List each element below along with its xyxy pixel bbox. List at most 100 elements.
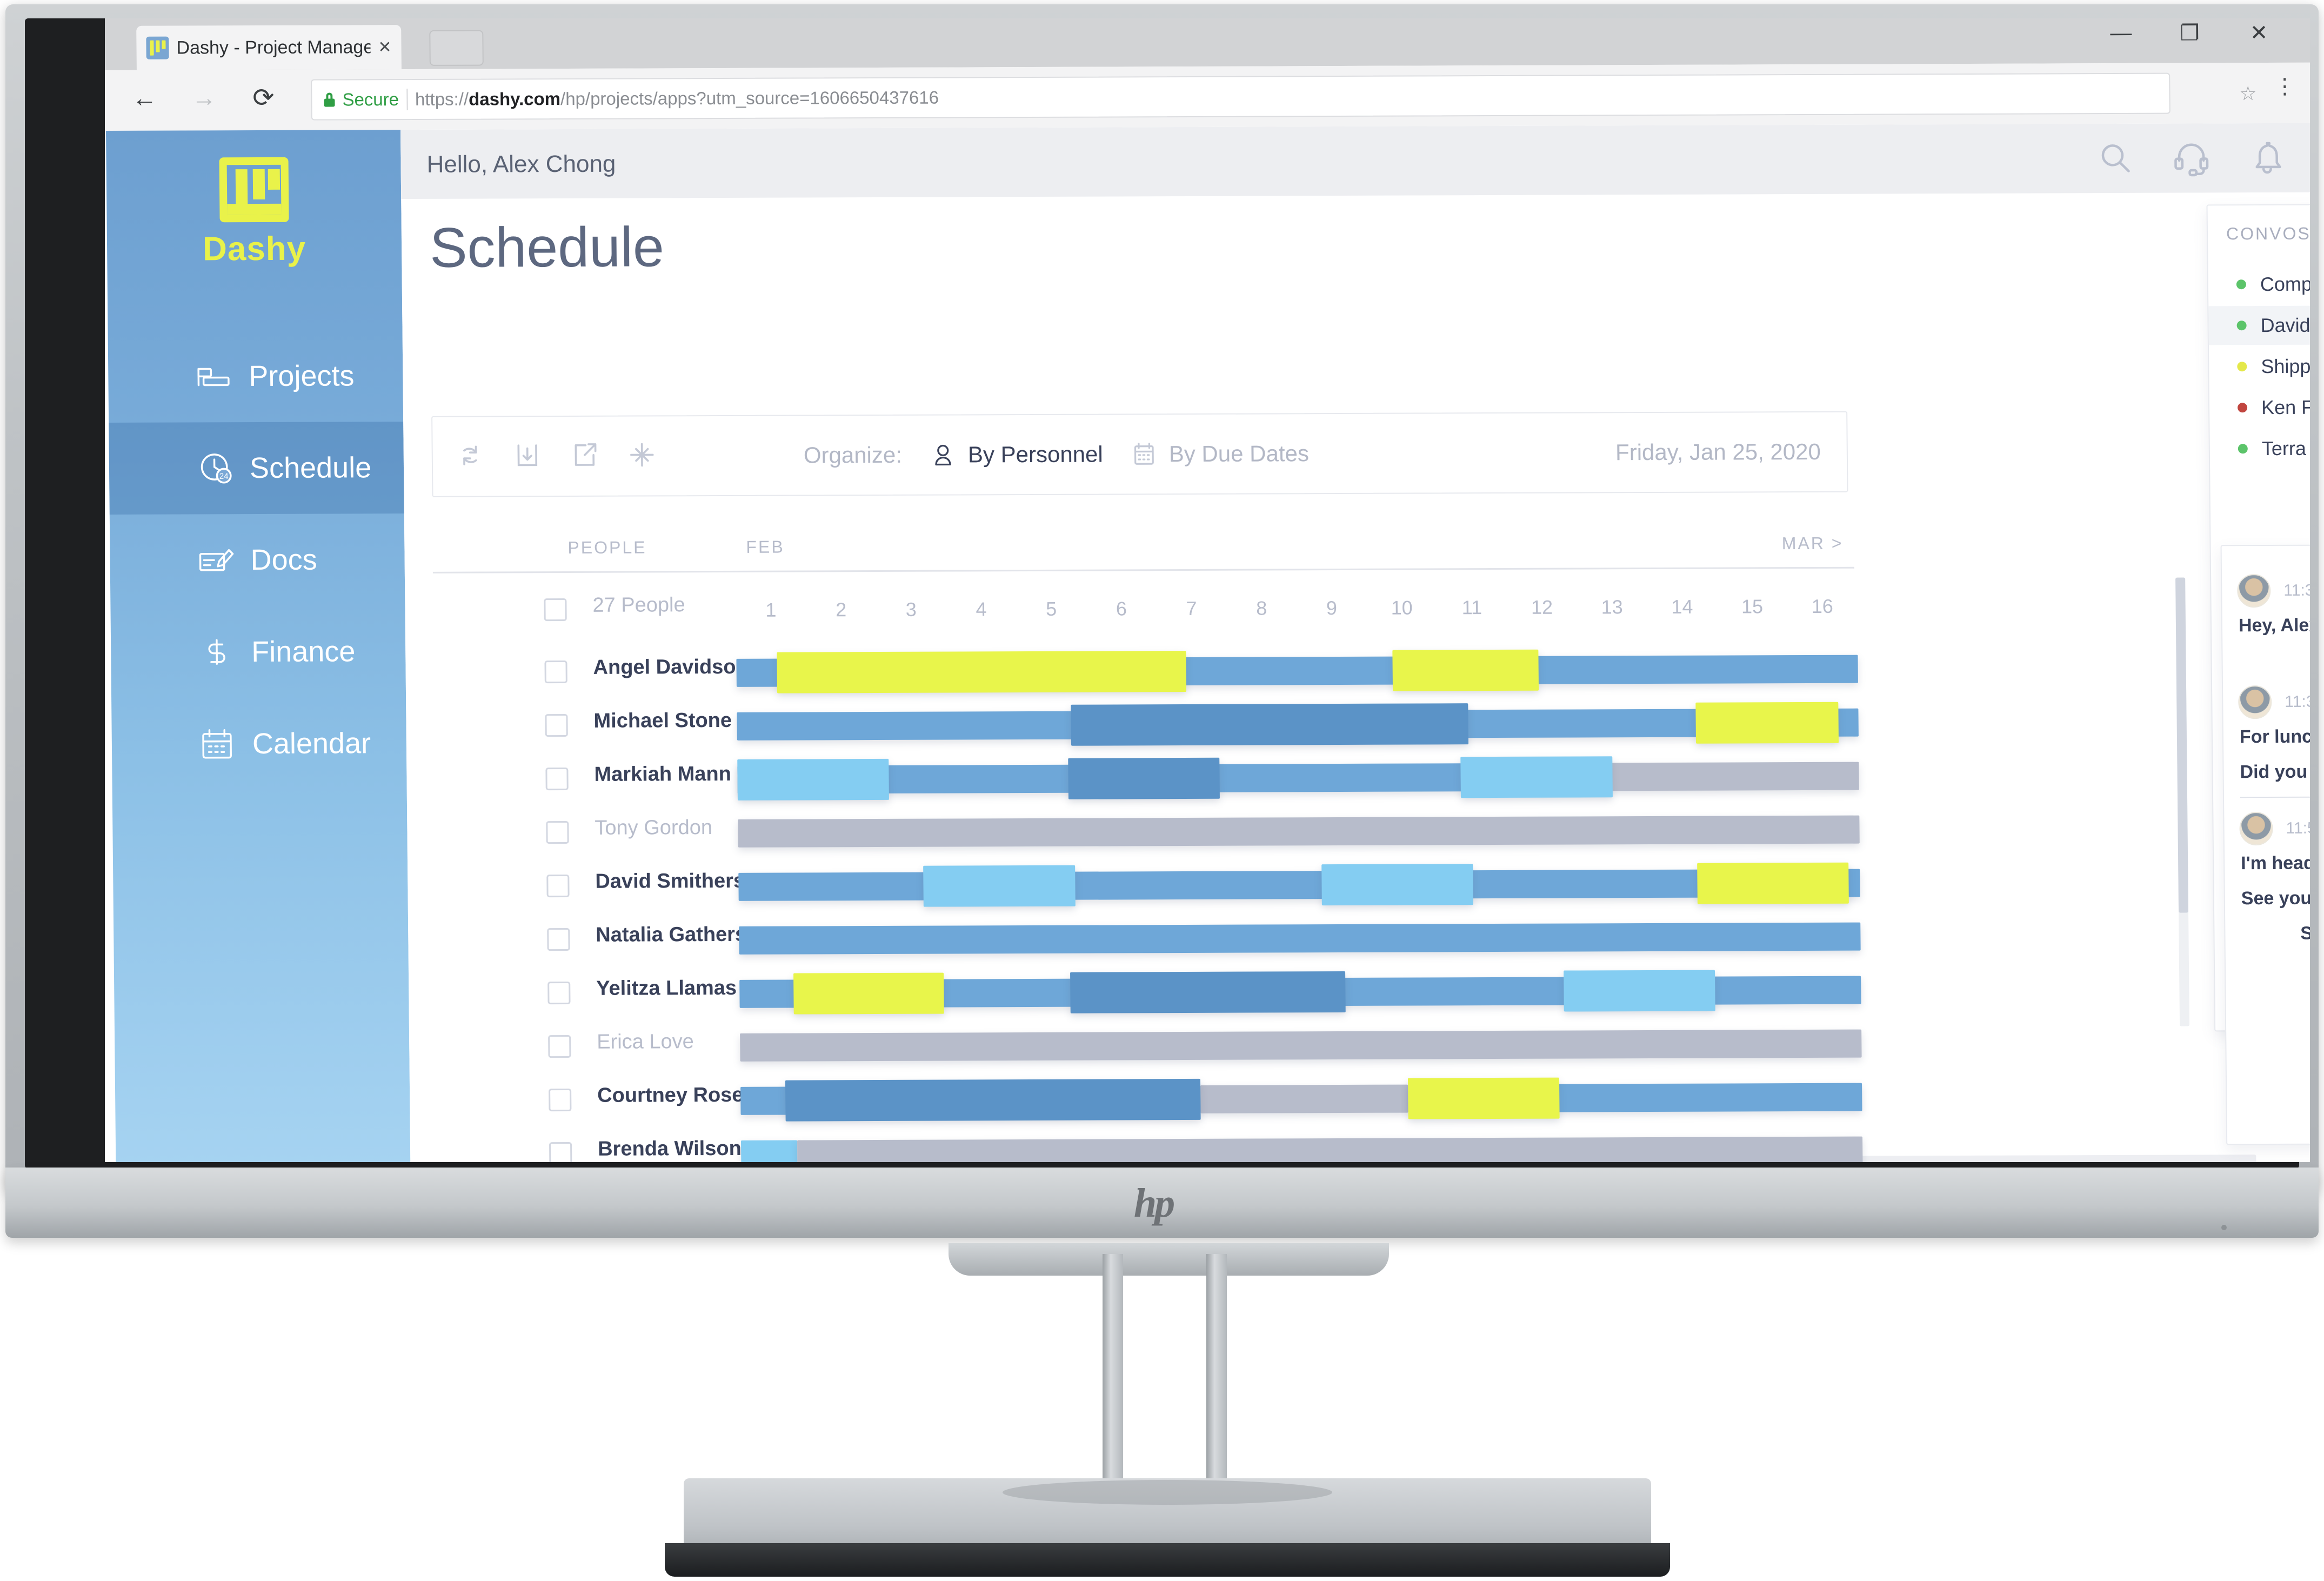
chat-panel: 11:37am Hey, Alex! Are you ready? Ready fo… (2220, 544, 2310, 1145)
browser-menu-icon[interactable]: ⋮ (2274, 75, 2295, 98)
gantt-bar[interactable] (740, 1140, 798, 1162)
reload-button[interactable]: ⟳ (246, 83, 281, 113)
gantt-bar[interactable] (738, 815, 1860, 848)
gantt-bar[interactable] (1068, 757, 1220, 799)
gantt-bar[interactable] (1200, 1084, 1408, 1113)
table-row[interactable]: Brenda Wilson (438, 1123, 1866, 1162)
tab-close-icon[interactable]: ✕ (378, 38, 391, 57)
avatar (2239, 811, 2273, 846)
back-button[interactable]: ← (127, 83, 162, 112)
sidebar-item-label: Docs (250, 543, 317, 577)
sidebar-item-projects[interactable]: Projects (108, 330, 404, 423)
select-all-checkbox[interactable] (544, 598, 567, 622)
organize-by-personnel-option[interactable]: By Personnel (929, 441, 1103, 469)
window-close-button[interactable]: ✕ (2250, 21, 2268, 45)
window-maximize-button[interactable]: ❐ (2180, 21, 2199, 45)
convo-label: Terra Aiken (2261, 437, 2310, 460)
gantt-bar[interactable] (1590, 762, 1859, 791)
convo-item[interactable]: Shipping/Receiving (2209, 346, 2310, 386)
sync-icon[interactable] (455, 439, 486, 473)
page-title: Schedule (429, 216, 665, 279)
sidebar-item-finance[interactable]: Finance (110, 605, 406, 698)
gantt-bar[interactable] (1460, 756, 1613, 798)
gantt-bar[interactable] (1070, 971, 1346, 1013)
gantt-bar[interactable] (740, 1029, 1862, 1062)
day-column-header: 1 (765, 598, 777, 621)
monitor-neck-plate (949, 1243, 1389, 1276)
table-row[interactable]: Natalia Gathers (436, 909, 1864, 968)
people-count-label: 27 People (592, 593, 685, 617)
table-row[interactable]: Erica Love (437, 1016, 1865, 1075)
grid-vertical-scrollbar[interactable] (2175, 577, 2190, 1026)
organize-by-due-dates-option[interactable]: By Due Dates (1130, 439, 1309, 468)
sidebar-item-docs[interactable]: Docs (110, 513, 405, 606)
chat-message-text: See you at lunch! (2241, 888, 2310, 909)
gantt-bar[interactable] (777, 651, 1187, 693)
chat-message-line: Ready for what? (2309, 650, 2310, 671)
month-label-right[interactable]: MAR > (1782, 533, 1844, 553)
svg-text:24: 24 (219, 472, 229, 481)
bell-icon[interactable] (2247, 138, 2287, 180)
convo-item[interactable]: Ken Frosterman (2209, 387, 2310, 427)
status-dot-icon (2236, 321, 2247, 331)
table-row[interactable]: Angel Davidson (433, 641, 1861, 700)
day-column-header: 10 (1391, 596, 1413, 619)
gantt-bar[interactable] (1321, 864, 1473, 906)
gantt-bar[interactable] (1392, 649, 1539, 691)
sidebar-item-calendar[interactable]: Calendar (111, 697, 407, 790)
search-icon[interactable] (2096, 139, 2135, 181)
monitor-screen: Dashy - Project Manager ✕ — ❐ ✕ ← → ⟳ Se… (105, 18, 2310, 1162)
table-row[interactable]: Michael Stone (434, 695, 1861, 753)
gantt-lane (436, 909, 1864, 968)
table-row[interactable]: Markiah Mann (435, 748, 1862, 807)
convo-item[interactable]: David Smitherson (2208, 305, 2310, 345)
url-text: https://dashy.com/hp/projects/apps?utm_s… (415, 87, 939, 109)
convo-item[interactable]: Company Wide (2208, 264, 2310, 304)
gantt-bar[interactable] (1407, 1077, 1560, 1119)
app-logo[interactable]: Dashy (106, 157, 402, 269)
topbar-icons (2096, 138, 2287, 181)
avatar (2237, 573, 2271, 608)
table-row[interactable]: Yelitza Llamas (437, 962, 1864, 1021)
convo-item[interactable]: Terra Aiken (2209, 428, 2310, 468)
gantt-bar[interactable] (1071, 703, 1468, 746)
month-label-left: FEB (746, 537, 785, 557)
download-icon[interactable] (512, 439, 544, 473)
sidebar-item-schedule[interactable]: 24 Schedule (109, 422, 404, 515)
gantt-bar[interactable] (737, 758, 890, 800)
gantt-bar[interactable] (923, 865, 1076, 907)
gantt-bar[interactable] (739, 922, 1861, 955)
gantt-bar[interactable] (738, 869, 1860, 901)
gantt-bar[interactable] (1695, 702, 1839, 744)
browser-tab[interactable]: Dashy - Project Manager ✕ (136, 25, 402, 70)
lock-icon (324, 92, 335, 107)
chat-message-text: Hey, Alex! Are you ready? (2238, 615, 2310, 636)
share-icon[interactable] (569, 439, 601, 473)
gantt-bar[interactable] (1697, 862, 1849, 904)
address-bar[interactable]: Secure https://dashy.com/hp/projects/app… (311, 72, 2171, 121)
main-content: Hello, Alex Chong Schedule Organize: By … (400, 123, 2310, 1162)
schedule-toolbar: Organize: By Personnel By Due Dates Frid… (431, 411, 1848, 497)
headset-icon[interactable] (2172, 138, 2211, 180)
day-column-header: 8 (1256, 597, 1267, 619)
window-minimize-button[interactable]: — (2110, 21, 2132, 45)
gantt-bar[interactable] (793, 972, 944, 1015)
power-led (2221, 1225, 2227, 1230)
monitor-frame: Dashy - Project Manager ✕ — ❐ ✕ ← → ⟳ Se… (5, 4, 2319, 1191)
collapse-icon[interactable] (626, 439, 658, 473)
table-row[interactable]: David Smitherson (436, 855, 1863, 914)
chat-message-text: I'm right behind you! (2226, 957, 2310, 979)
forward-button[interactable]: → (186, 83, 222, 112)
bookmark-star-icon[interactable]: ☆ (2239, 82, 2257, 105)
gantt-bar[interactable] (1564, 970, 1716, 1012)
gantt-bar[interactable] (797, 1136, 1863, 1162)
table-row[interactable]: Courtney Rose (438, 1069, 1865, 1128)
scrollbar-thumb[interactable] (2175, 577, 2189, 913)
schedule-clock-icon: 24 (196, 448, 236, 488)
new-tab-button[interactable] (429, 30, 484, 66)
table-row[interactable]: Tony Gordon (435, 802, 1862, 860)
person-icon (935, 444, 951, 466)
day-column-header: 14 (1671, 595, 1693, 618)
docs-pencil-icon (196, 540, 237, 580)
gantt-bar[interactable] (785, 1078, 1201, 1122)
